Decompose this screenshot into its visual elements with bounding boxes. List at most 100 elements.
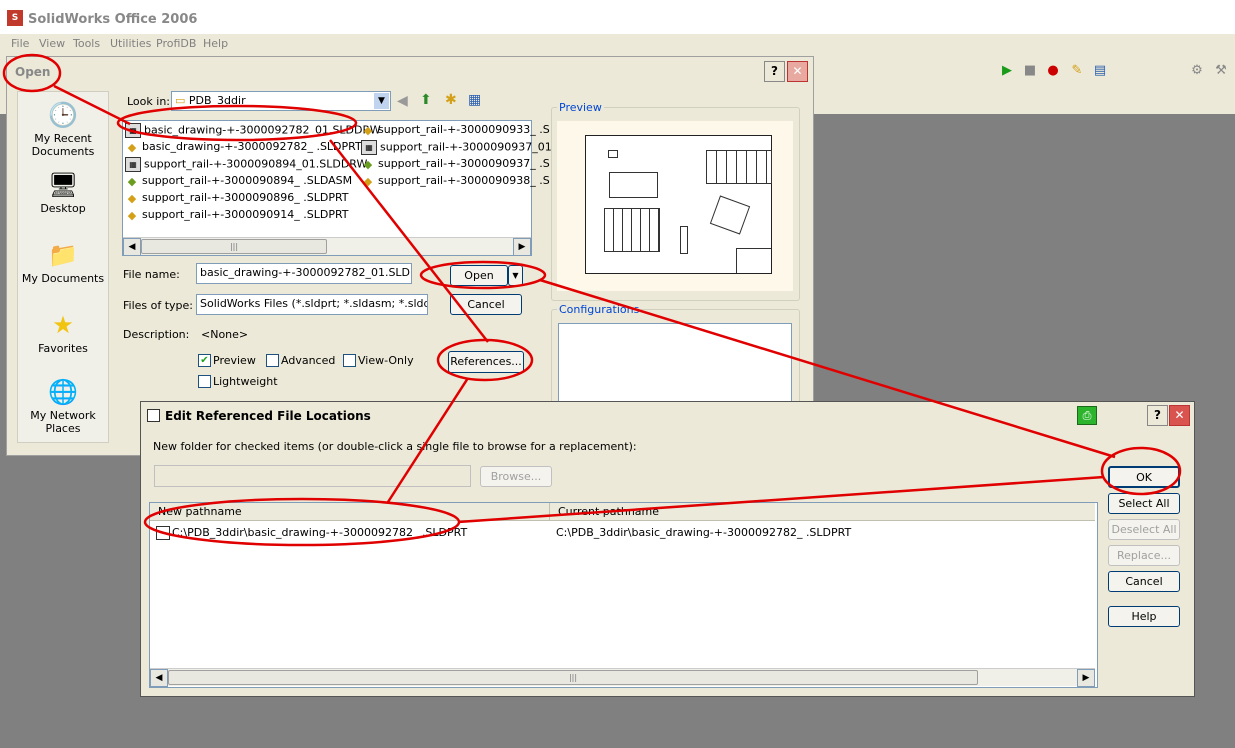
- file-name-input[interactable]: basic_drawing-+-3000092782_01.SLDDRW: [196, 263, 412, 284]
- row-checkbox[interactable]: [156, 526, 170, 540]
- file-item[interactable]: ▦ support_rail-+-3000090894_01.SLDDRW: [125, 157, 367, 172]
- replace-button[interactable]: Replace...: [1108, 545, 1180, 566]
- part-file-icon: ◆: [363, 174, 373, 188]
- file-item[interactable]: ◆ support_rail-+-3000090937_ .S: [361, 157, 550, 171]
- network-places-icon: 🌐: [48, 378, 78, 406]
- ok-button[interactable]: OK: [1108, 466, 1180, 488]
- place-recent-label: My Recent Documents: [31, 132, 95, 158]
- stop-icon[interactable]: ■: [1021, 62, 1039, 80]
- references-list: New pathname Current pathname C:\PDB_3dd…: [149, 502, 1098, 688]
- menu-tools[interactable]: Tools: [73, 37, 100, 50]
- select-all-button[interactable]: Select All: [1108, 493, 1180, 514]
- solidworks-logo-icon: S: [7, 10, 23, 26]
- file-name-label: support_rail-+-3000090933_ .S: [378, 123, 550, 136]
- file-list: ▦ basic_drawing-+-3000092782_01.SLDDRW ◆ b…: [122, 120, 552, 256]
- column-header-new[interactable]: New pathname: [150, 503, 550, 521]
- new-folder-icon[interactable]: ✱: [445, 92, 457, 108]
- scroll-thumb[interactable]: |||: [141, 239, 327, 254]
- drawing-preview-image: [585, 135, 772, 274]
- files-of-type-select[interactable]: SolidWorks Files (*.sldprt; *.sldasm; *.…: [196, 294, 428, 315]
- new-macro-icon[interactable]: ✎: [1068, 62, 1086, 80]
- file-item[interactable]: ◆ support_rail-+-3000090914_ .SLDPRT: [125, 208, 349, 222]
- file-item[interactable]: ▦ basic_drawing-+-3000092782_01.SLDDRW: [125, 123, 381, 138]
- column-header-current[interactable]: Current pathname: [550, 503, 1095, 521]
- open-close-button[interactable]: ✕: [787, 61, 808, 82]
- open-dialog: Open ? ✕ 🕒 My Recent Documents 🖥 Desktop…: [6, 56, 814, 456]
- look-in-dropdown-arrow-icon[interactable]: ▼: [374, 93, 389, 109]
- preview-checkbox[interactable]: ✔: [198, 354, 211, 367]
- menu-utilities[interactable]: Utilities: [110, 37, 151, 50]
- advanced-checkbox[interactable]: [266, 354, 279, 367]
- file-list-hscrollbar[interactable]: ◀ ||| ▶: [123, 237, 531, 256]
- scroll-thumb[interactable]: |||: [168, 670, 978, 685]
- record-icon[interactable]: ●: [1044, 62, 1062, 80]
- scroll-left-icon[interactable]: ◀: [150, 669, 168, 687]
- drawing-file-icon: ▦: [125, 123, 141, 138]
- preview-checkbox-label: Preview: [213, 354, 256, 367]
- preview-group-label: Preview: [557, 101, 604, 114]
- title-block: [736, 248, 771, 273]
- place-network[interactable]: 🌐 My Network Places: [18, 377, 108, 435]
- edit-close-button[interactable]: ✕: [1169, 405, 1190, 426]
- drawing-shape: [709, 195, 751, 235]
- place-desktop[interactable]: 🖥 Desktop: [18, 170, 108, 215]
- file-item[interactable]: ◆ support_rail-+-3000090896_ .SLDPRT: [125, 191, 349, 205]
- back-icon[interactable]: ◀: [397, 93, 408, 109]
- file-item[interactable]: ◆ support_rail-+-3000090894_ .SLDASM: [125, 174, 352, 188]
- open-options-dropdown-icon[interactable]: ▼: [508, 265, 523, 286]
- view-only-checkbox[interactable]: [343, 354, 356, 367]
- place-my-documents[interactable]: 📁 My Documents: [18, 240, 108, 285]
- deselect-all-button[interactable]: Deselect All: [1108, 519, 1180, 540]
- drawing-shape: [604, 208, 660, 252]
- menu-file[interactable]: File: [11, 37, 29, 50]
- references-hscrollbar[interactable]: ◀ ||| ▶: [150, 668, 1095, 687]
- file-item[interactable]: ▦ support_rail-+-3000090937_01: [361, 140, 552, 155]
- description-value: <None>: [201, 328, 249, 341]
- file-item[interactable]: ◆ support_rail-+-3000090933_ .S: [361, 123, 550, 137]
- open-cancel-button[interactable]: Cancel: [450, 294, 522, 315]
- browse-button[interactable]: Browse...: [480, 466, 552, 487]
- new-folder-input[interactable]: [154, 465, 471, 487]
- drawing-shape: [706, 150, 772, 184]
- place-favorites-label: Favorites: [38, 342, 88, 355]
- file-item[interactable]: ◆ support_rail-+-3000090938_ .S: [361, 174, 550, 188]
- table-row[interactable]: C:\PDB_3ddir\basic_drawing-+-3000092782_…: [150, 523, 1095, 541]
- desktop-icon: 🖥: [48, 171, 79, 199]
- file-name-label: File name:: [123, 268, 180, 281]
- menu-view[interactable]: View: [39, 37, 65, 50]
- print-icon[interactable]: ⎙: [1077, 406, 1097, 425]
- references-button[interactable]: References...: [448, 351, 524, 373]
- lightweight-checkbox-label: Lightweight: [213, 375, 278, 388]
- part-file-icon: ◆: [127, 191, 137, 205]
- drawing-shape: [608, 150, 618, 158]
- edit-cancel-button[interactable]: Cancel: [1108, 571, 1180, 592]
- tool-icon[interactable]: ⚙: [1188, 62, 1206, 80]
- part-file-icon: ◆: [127, 208, 137, 222]
- scroll-right-icon[interactable]: ▶: [1077, 669, 1095, 687]
- play-icon[interactable]: ▶: [998, 62, 1016, 80]
- file-item[interactable]: ◆ basic_drawing-+-3000092782_ .SLDPRT: [125, 140, 362, 154]
- preview-thumbnail: [557, 121, 793, 291]
- menu-help[interactable]: Help: [203, 37, 228, 50]
- edit-macro-icon[interactable]: ▤: [1091, 62, 1109, 80]
- tool2-icon[interactable]: ⚒: [1212, 62, 1230, 80]
- open-button[interactable]: Open: [450, 265, 508, 286]
- look-in-select[interactable]: ▭ PDB_3ddir: [171, 91, 391, 111]
- edit-help-button[interactable]: ?: [1147, 405, 1168, 426]
- look-in-value: PDB_3ddir: [188, 94, 246, 107]
- menu-profidb[interactable]: ProfiDB: [156, 37, 196, 50]
- file-name-label: basic_drawing-+-3000092782_01.SLDDRW: [144, 123, 381, 137]
- scroll-right-icon[interactable]: ▶: [513, 238, 531, 256]
- place-recent[interactable]: 🕒 My Recent Documents: [18, 100, 108, 158]
- scroll-left-icon[interactable]: ◀: [123, 238, 141, 256]
- up-folder-icon[interactable]: ⬆: [420, 92, 432, 108]
- drawing-file-icon: ▦: [361, 140, 377, 155]
- lightweight-checkbox[interactable]: [198, 375, 211, 388]
- view-menu-icon[interactable]: ▦: [468, 92, 481, 108]
- configurations-group-label: Configurations: [557, 303, 642, 316]
- edit-help-text-button[interactable]: Help: [1108, 606, 1180, 627]
- menubar: File View Tools Utilities ProfiDB Help: [0, 34, 1235, 54]
- file-name-label: support_rail-+-3000090896_ .SLDPRT: [142, 191, 349, 204]
- place-favorites[interactable]: ★ Favorites: [18, 310, 108, 355]
- open-help-button[interactable]: ?: [764, 61, 785, 82]
